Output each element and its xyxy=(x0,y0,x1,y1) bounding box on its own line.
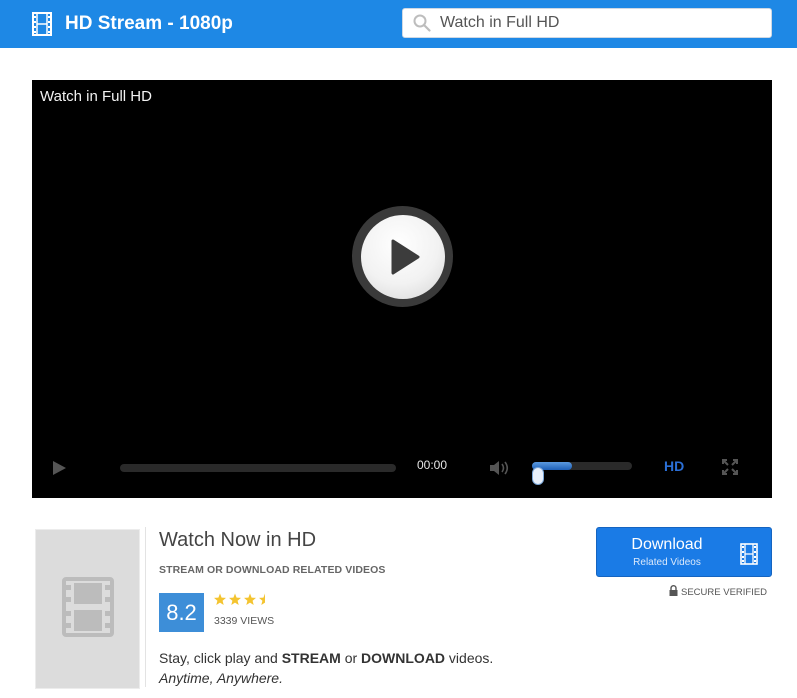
search-icon xyxy=(413,14,431,32)
description-text: or xyxy=(340,650,362,666)
description-strong-stream: STREAM xyxy=(281,650,341,666)
play-icon[interactable] xyxy=(51,460,67,481)
player-overlay-title: Watch in Full HD xyxy=(40,88,152,105)
player-controls: 00:00 HD xyxy=(32,450,772,486)
star-icon xyxy=(214,593,226,605)
star-icon xyxy=(229,593,241,605)
volume-handle[interactable] xyxy=(532,467,544,485)
secure-badge: SECURE VERIFIED xyxy=(669,585,767,599)
star-rating xyxy=(214,593,276,611)
video-thumbnail[interactable] xyxy=(35,529,140,689)
current-time: 00:00 xyxy=(417,458,448,472)
volume-icon[interactable] xyxy=(489,459,511,482)
description: Stay, click play and STREAM or DOWNLOAD … xyxy=(159,650,493,666)
download-button[interactable]: Download Related Videos xyxy=(596,527,772,577)
description-tagline: Anytime, Anywhere. xyxy=(159,670,283,686)
video-player[interactable]: Watch in Full HD 00:00 HD xyxy=(32,80,772,498)
brand[interactable]: HD Stream - 1080p xyxy=(32,12,233,36)
site-title: HD Stream - 1080p xyxy=(65,13,233,34)
download-sublabel: Related Videos xyxy=(633,557,701,568)
search-input[interactable] xyxy=(440,10,760,36)
lock-icon xyxy=(669,585,678,599)
fullscreen-icon[interactable] xyxy=(722,459,738,480)
hd-toggle[interactable]: HD xyxy=(664,458,684,474)
seek-bar[interactable] xyxy=(120,464,396,472)
video-title: Watch Now in HD xyxy=(159,529,317,551)
download-label: Download xyxy=(631,536,703,553)
view-count: 3339 VIEWS xyxy=(214,615,275,627)
top-bar: HD Stream - 1080p xyxy=(0,0,797,48)
film-icon xyxy=(61,576,114,642)
big-play-button[interactable] xyxy=(352,206,453,307)
star-icon xyxy=(244,593,256,605)
description-text: videos. xyxy=(445,650,494,666)
video-subtitle: STREAM OR DOWNLOAD RELATED VIDEOS xyxy=(159,564,386,576)
rating-score: 8.2 xyxy=(159,593,204,632)
description-text: Stay, click play and xyxy=(159,650,282,666)
film-icon xyxy=(740,543,758,568)
description-strong-download: DOWNLOAD xyxy=(361,650,446,666)
divider xyxy=(145,527,146,687)
play-icon xyxy=(360,214,445,299)
search-box[interactable] xyxy=(402,8,772,38)
film-icon xyxy=(32,12,52,36)
volume-slider[interactable] xyxy=(532,462,632,470)
secure-text: SECURE VERIFIED xyxy=(681,586,768,598)
star-half-icon xyxy=(259,593,271,605)
